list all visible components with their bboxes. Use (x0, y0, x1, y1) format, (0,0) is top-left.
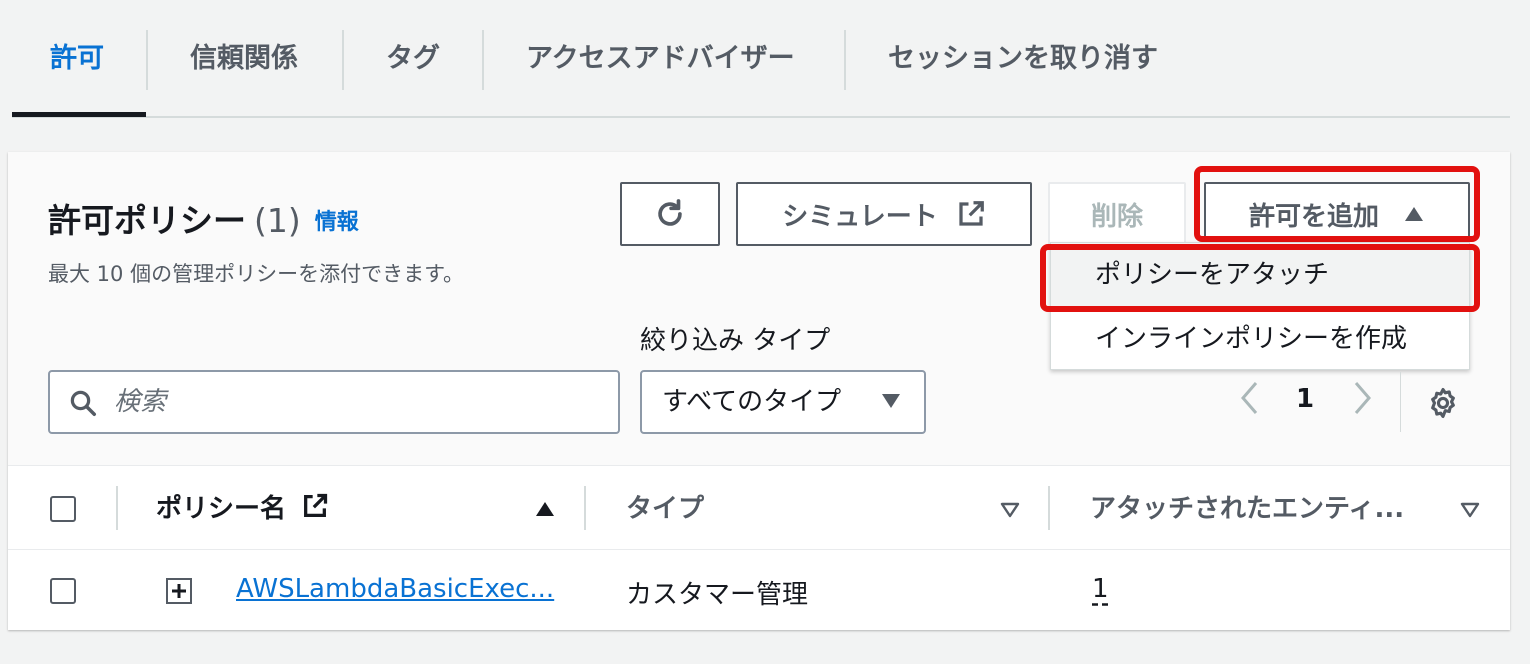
tab-divider (482, 30, 484, 90)
panel-title: 許可ポリシー (1) 情報 (48, 194, 359, 242)
active-tab-indicator (12, 112, 146, 117)
tab-divider (342, 30, 344, 90)
highlight-box (1194, 166, 1480, 242)
policy-type: カスタマー管理 (626, 580, 809, 610)
simulate-button[interactable]: シミュレート (736, 182, 1032, 246)
previous-page-icon[interactable] (1238, 380, 1260, 416)
menu-item-create-inline-policy[interactable]: インラインポリシーを作成 (1051, 307, 1469, 371)
refresh-icon (658, 199, 682, 226)
tab-bar: 許可 信頼関係 タグ アクセスアドバイザー セッションを取り消す (12, 0, 1510, 118)
column-divider (1048, 486, 1050, 530)
sort-icon[interactable] (1000, 502, 1020, 518)
refresh-button[interactable] (620, 182, 720, 246)
gear-icon[interactable] (1426, 386, 1460, 420)
table-row: AWSLambdaBasicExec... カスタマー管理 1 (8, 550, 1510, 630)
tab-permissions[interactable]: 許可 (50, 28, 104, 90)
tab-trust-relationships[interactable]: 信頼関係 (190, 28, 298, 90)
policy-name-header-label: ポリシー名 (156, 494, 287, 524)
search-icon (70, 390, 96, 416)
attached-entities-count[interactable]: 1 (1092, 574, 1109, 604)
plus-icon (172, 584, 186, 598)
table-header-row: ポリシー名 タイプ アタッチされたエンティ... (8, 466, 1510, 550)
type-filter-value: すべてのタイプ (662, 387, 842, 417)
external-link-icon (959, 201, 984, 226)
select-all-checkbox[interactable] (50, 496, 76, 522)
tab-access-advisor[interactable]: アクセスアドバイザー (526, 28, 795, 90)
next-page-icon[interactable] (1352, 380, 1374, 416)
delete-button[interactable]: 削除 (1048, 182, 1186, 246)
expand-row-button[interactable] (166, 578, 192, 604)
policy-name-link[interactable]: AWSLambdaBasicExec... (236, 574, 554, 604)
tab-divider (844, 30, 846, 90)
pager-divider (1400, 372, 1401, 432)
info-link[interactable]: 情報 (315, 210, 359, 235)
column-divider (116, 486, 118, 530)
permissions-policies-panel: 許可ポリシー (1) 情報 最大 10 個の管理ポリシーを添付できます。 シミュレー… (8, 152, 1510, 630)
external-link-icon (304, 493, 328, 517)
column-header-attached-entities[interactable]: アタッチされたエンティ... (1090, 488, 1404, 525)
highlight-box (1040, 244, 1480, 312)
sort-ascending-icon[interactable] (534, 500, 556, 518)
panel-header: 許可ポリシー (1) 情報 最大 10 個の管理ポリシーを添付できます。 シミュレー… (8, 152, 1510, 466)
sort-icon[interactable] (1460, 502, 1480, 518)
policy-count: (1) (254, 201, 301, 240)
column-divider (584, 486, 586, 530)
tab-tags[interactable]: タグ (386, 28, 440, 90)
panel-title-text: 許可ポリシー (48, 201, 246, 240)
simulate-label: シミュレート (782, 201, 938, 232)
filter-type-label: 絞り込み タイプ (640, 326, 831, 356)
tab-divider (146, 30, 148, 90)
search-box[interactable] (48, 370, 620, 434)
column-header-type[interactable]: タイプ (626, 488, 704, 525)
row-checkbox[interactable] (50, 578, 76, 604)
search-input[interactable] (114, 382, 594, 422)
tab-revoke-sessions[interactable]: セッションを取り消す (888, 28, 1158, 90)
panel-description: 最大 10 個の管理ポリシーを添付できます。 (48, 262, 464, 286)
current-page[interactable]: 1 (1296, 384, 1314, 414)
caret-down-icon (882, 394, 900, 408)
type-filter-select[interactable]: すべてのタイプ (640, 370, 926, 434)
column-header-policy-name[interactable]: ポリシー名 (156, 488, 329, 525)
